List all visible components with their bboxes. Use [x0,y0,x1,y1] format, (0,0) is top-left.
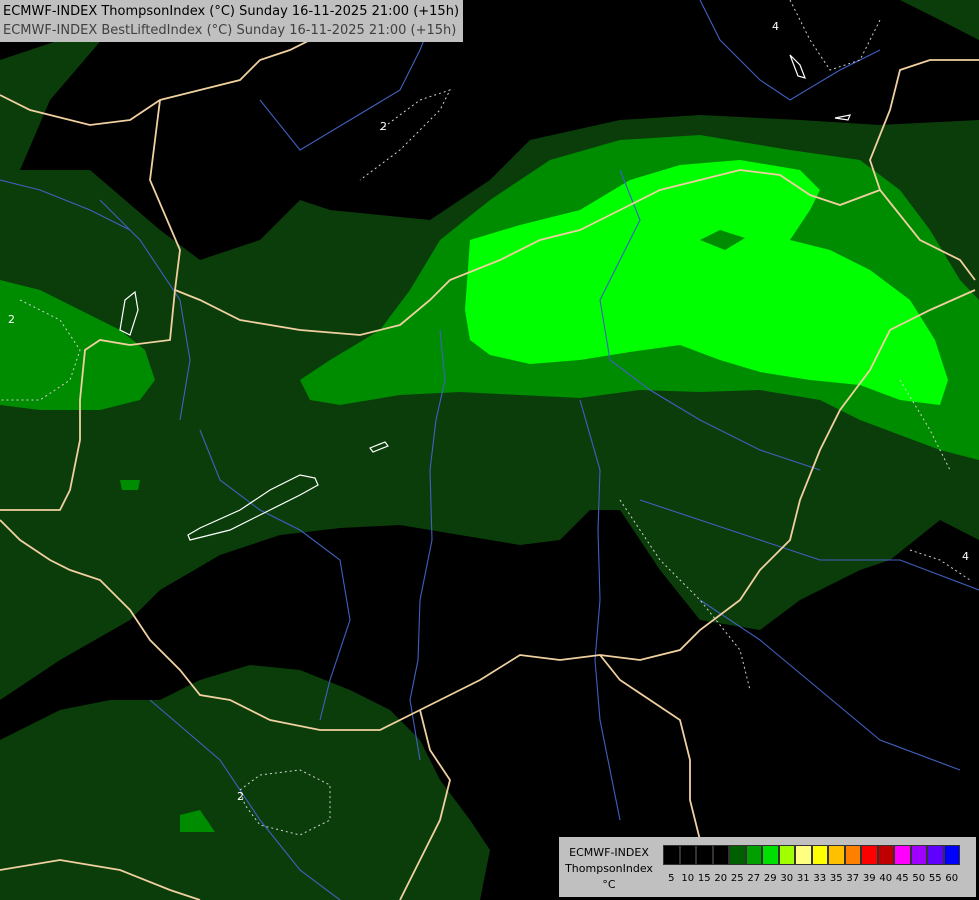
legend-swatch [745,845,762,865]
legend-title: ECMWF-INDEX [569,846,649,859]
legend-ticks: 5 10 15 20 25 27 29 30 31 33 35 37 39 40 45 50 55 60 [663,873,960,885]
legend-tick: 20 [714,873,728,884]
contour-label: 4 [962,550,969,563]
legend-tick: 39 [862,873,876,884]
legend-swatch [844,845,861,865]
legend-swatch [696,845,713,865]
legend-tick: 10 [681,873,695,884]
map-canvas: 2 2 2 4 4 [0,0,979,900]
legend-tick: 15 [697,873,711,884]
title-thompson-index: ECMWF-INDEX ThompsonIndex (°C) Sunday 16… [3,4,460,19]
color-legend: ECMWF-INDEX ThompsonIndex °C 5 10 15 20 25 27… [559,837,976,897]
legend-unit: °C [602,878,616,891]
legend-subtitle: ThompsonIndex [565,862,653,875]
title-best-lifted-index: ECMWF-INDEX BestLiftedIndex (°C) Sunday … [3,23,457,38]
legend-swatch [811,845,828,865]
legend-tick: 5 [668,873,675,884]
fill-mid-green-spot [120,480,140,490]
legend-tick: 40 [879,873,893,884]
legend-tick: 29 [763,873,777,884]
contour-label: 2 [8,313,15,326]
contour-label: 2 [237,790,244,803]
legend-tick: 33 [813,873,827,884]
legend-swatch [894,845,911,865]
legend-tick: 25 [730,873,744,884]
contour-label: 2 [380,120,387,133]
legend-swatch [778,845,795,865]
legend-swatch [663,845,680,865]
legend-swatch [861,845,878,865]
legend-tick: 60 [945,873,959,884]
legend-tick: 50 [912,873,926,884]
legend-swatch [910,845,927,865]
legend-swatch [927,845,944,865]
legend-swatch [877,845,894,865]
legend-swatch [729,845,746,865]
legend-swatch [943,845,960,865]
legend-tick: 37 [846,873,860,884]
contour-label: 4 [772,20,779,33]
legend-tick: 30 [780,873,794,884]
map-stage: 2 2 2 4 4 ECMWF-INDEX ThompsonIndex (°C)… [0,0,979,900]
legend-tick: 27 [747,873,761,884]
legend-swatches [663,845,960,865]
legend-tick: 55 [928,873,942,884]
legend-swatch [712,845,729,865]
map-title-box: ECMWF-INDEX ThompsonIndex (°C) Sunday 16… [0,0,464,42]
legend-tick: 35 [829,873,843,884]
legend-swatch [828,845,845,865]
legend-tick: 45 [895,873,909,884]
legend-tick: 31 [796,873,810,884]
legend-swatch [762,845,779,865]
legend-swatch [679,845,696,865]
legend-swatch [795,845,812,865]
